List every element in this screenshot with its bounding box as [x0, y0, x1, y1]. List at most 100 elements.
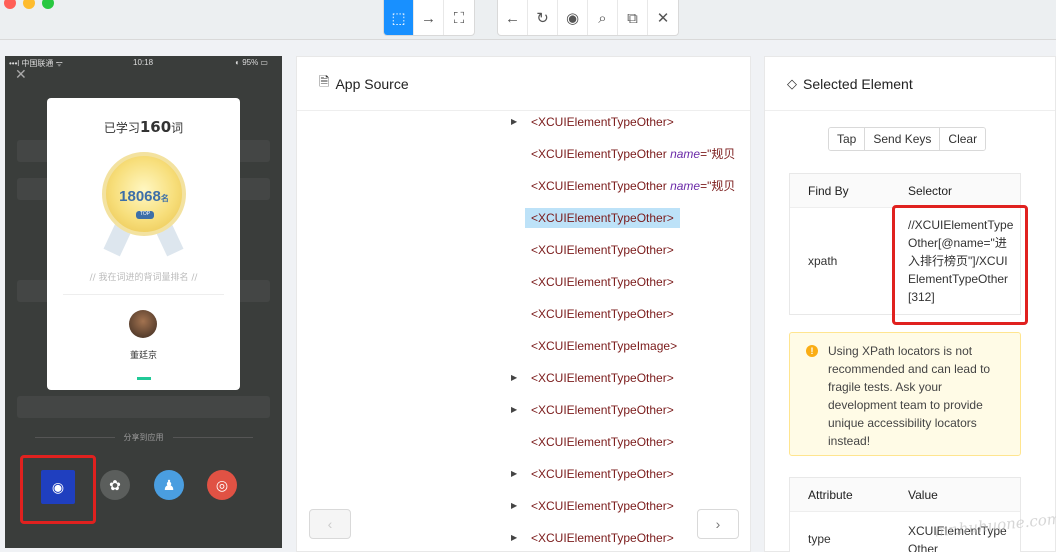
send-keys-button[interactable]: Send Keys — [865, 128, 941, 150]
tree-node-attribute: name — [670, 147, 701, 161]
attribute-name-cell: type — [808, 532, 831, 546]
tree-node[interactable]: ▶ <XCUIElementTypeOther> — [511, 368, 674, 388]
medal-tag: TOP — [136, 211, 154, 219]
medal-icon: 18068名 TOP — [102, 152, 186, 236]
tree-node-tag: <XCUIElementTypeOther> — [531, 211, 674, 225]
expand-caret-icon[interactable]: ▶ — [511, 528, 517, 548]
element-actions: Tap Send Keys Clear — [828, 127, 987, 151]
eye-icon[interactable]: ◉ — [558, 0, 588, 35]
tree-node-attribute: name — [670, 179, 701, 193]
xpath-warning: ! Using XPath locators is not recommende… — [789, 332, 1021, 456]
expand-caret-icon[interactable]: ▶ — [511, 496, 517, 516]
toolbar: ⬚ → ⛶ ← ↻ ◉ ⌕ ⧉ ✕ — [0, 0, 1056, 40]
tree-node-attribute-value: ="规贝 — [700, 179, 736, 193]
tree-node-tag: <XCUIElementTypeOther> — [531, 499, 674, 513]
card-indicator — [137, 377, 151, 380]
window-controls — [4, 0, 54, 9]
source-tree: ▶ <XCUIElementTypeOther> <XCUIElementTypeO… — [297, 111, 738, 552]
tag-icon: ◇ — [787, 75, 797, 91]
phone-close-icon: ✕ — [15, 66, 27, 82]
back-icon[interactable]: ← — [498, 0, 528, 35]
tree-node-tag: <XCUIElementTypeOther — [531, 179, 671, 193]
phone-status-bar: •••l 中国联通 ᯤ 10:18 ◐ 95% ▭ — [5, 56, 282, 70]
selector-header: Selector — [908, 184, 953, 198]
battery-label: ◐ 95% ▭ — [235, 58, 268, 67]
tree-node[interactable]: ▶ <XCUIElementTypeOther> — [511, 528, 674, 548]
tree-node-tag: <XCUIElementTypeOther> — [531, 115, 674, 129]
action-button-group: ← ↻ ◉ ⌕ ⧉ ✕ — [497, 0, 679, 36]
background-row — [17, 396, 270, 418]
expand-caret-icon[interactable]: ▶ — [511, 112, 517, 132]
tree-node-tag: <XCUIElementTypeOther> — [531, 307, 674, 321]
tree-node-attribute-value: ="规贝 — [700, 147, 736, 161]
copy-icon[interactable]: ⧉ — [618, 0, 648, 35]
tap-button[interactable]: Tap — [829, 128, 866, 150]
strategy-cell: xpath — [808, 254, 838, 268]
tree-node-tag: <XCUIElementTypeOther> — [531, 403, 674, 417]
user-name: 董廷京 — [129, 351, 157, 361]
card-subtitle: // 我在词进的背词量排名 // — [89, 273, 198, 283]
expand-caret-icon[interactable]: ▶ — [511, 368, 517, 388]
warning-text: Using XPath locators is not recommended … — [828, 344, 991, 448]
avatar — [129, 310, 157, 338]
file-icon: 🗎 — [319, 73, 330, 89]
refresh-icon[interactable]: ↻ — [528, 0, 558, 35]
tree-node-tag: <XCUIElementTypeOther> — [531, 243, 674, 257]
tree-node[interactable]: ▶ <XCUIElementTypeOther> — [511, 400, 674, 420]
search-icon[interactable]: ⌕ — [588, 0, 618, 35]
tree-node[interactable]: <XCUIElementTypeOther> — [531, 240, 674, 260]
tap-by-coordinates-icon[interactable]: ⛶ — [444, 0, 474, 35]
tree-node[interactable]: <XCUIElementTypeOther> — [531, 304, 674, 324]
app-source-panel: 🗎 App Source ▶ <XCUIElementTypeOther> <XCU… — [296, 56, 751, 552]
tree-node-tag: <XCUIElementTypeOther> — [531, 275, 674, 289]
find-by-header: Find By — [808, 184, 849, 198]
tree-node[interactable]: ▶ <XCUIElementTypeOther> — [511, 496, 674, 516]
medal-number: 18068名 — [119, 188, 169, 205]
rank-card[interactable]: 已学习160词 18068名 TOP // 我在词进的背词量排名 // 董廷京 — [47, 98, 240, 390]
zoom-window-button[interactable] — [42, 0, 54, 9]
phone-element-highlight — [20, 455, 96, 524]
tree-node[interactable]: <XCUIElementTypeImage> — [531, 336, 677, 356]
next-page-button[interactable]: › — [697, 509, 739, 539]
expand-caret-icon[interactable]: ▶ — [511, 400, 517, 420]
tree-node-tag: <XCUIElementTypeOther> — [531, 531, 674, 545]
tree-node[interactable]: <XCUIElementTypeOther> — [525, 208, 680, 228]
selected-element-header: ◇ Selected Element — [765, 57, 1055, 111]
card-title: 已学习160词 — [103, 118, 184, 136]
value-header: Value — [908, 488, 938, 502]
qq-share-icon[interactable]: ♟ — [154, 470, 184, 500]
app-source-header: 🗎 App Source — [297, 57, 750, 111]
tree-node-tag: <XCUIElementTypeOther> — [531, 371, 674, 385]
appium-inspector-window: ⬚ → ⛶ ← ↻ ◉ ⌕ ⧉ ✕ •••l 中国联通 ᯤ 10:18 ◐ 95% ▭ ✕ 已… — [0, 0, 1056, 552]
close-icon[interactable]: ✕ — [648, 0, 678, 35]
tree-node[interactable]: <XCUIElementTypeOther> — [531, 272, 674, 292]
app-source-title: App Source — [335, 75, 409, 92]
close-window-button[interactable] — [4, 0, 16, 9]
selected-element-title: Selected Element — [803, 75, 913, 92]
expand-caret-icon[interactable]: ▶ — [511, 464, 517, 484]
tree-node[interactable]: ▶ <XCUIElementTypeOther> — [511, 464, 674, 484]
tree-node-tag: <XCUIElementTypeOther> — [531, 467, 674, 481]
prev-page-button[interactable]: ‹ — [309, 509, 351, 539]
attribute-header: Attribute — [808, 488, 853, 502]
share-label: 分享到应用 — [123, 433, 164, 442]
clear-button[interactable]: Clear — [940, 128, 986, 150]
select-elements-icon[interactable]: ⬚ — [384, 0, 414, 35]
warning-icon: ! — [806, 345, 818, 357]
tree-node[interactable]: <XCUIElementTypeOther name="规贝 — [531, 176, 735, 196]
minimize-window-button[interactable] — [23, 0, 35, 9]
xpath-highlight — [892, 205, 1028, 325]
mode-button-group: ⬚ → ⛶ — [383, 0, 475, 36]
swipe-icon[interactable]: → — [414, 0, 444, 35]
time-label: 10:18 — [133, 58, 154, 67]
card-divider — [63, 294, 224, 295]
moments-share-icon[interactable]: ✿ — [100, 470, 130, 500]
tree-node-tag: <XCUIElementTypeOther — [531, 147, 671, 161]
tree-node-tag: <XCUIElementTypeImage> — [531, 339, 678, 353]
tree-node-tag: <XCUIElementTypeOther> — [531, 435, 674, 449]
attributes-table: Attribute Value type XCUIElementTypeOthe… — [789, 477, 1021, 552]
tree-node[interactable]: <XCUIElementTypeOther name="规贝 — [531, 144, 735, 164]
weibo-share-icon[interactable]: ◎ — [207, 470, 237, 500]
tree-node[interactable]: ▶ <XCUIElementTypeOther> — [511, 112, 674, 132]
tree-node[interactable]: <XCUIElementTypeOther> — [531, 432, 674, 452]
